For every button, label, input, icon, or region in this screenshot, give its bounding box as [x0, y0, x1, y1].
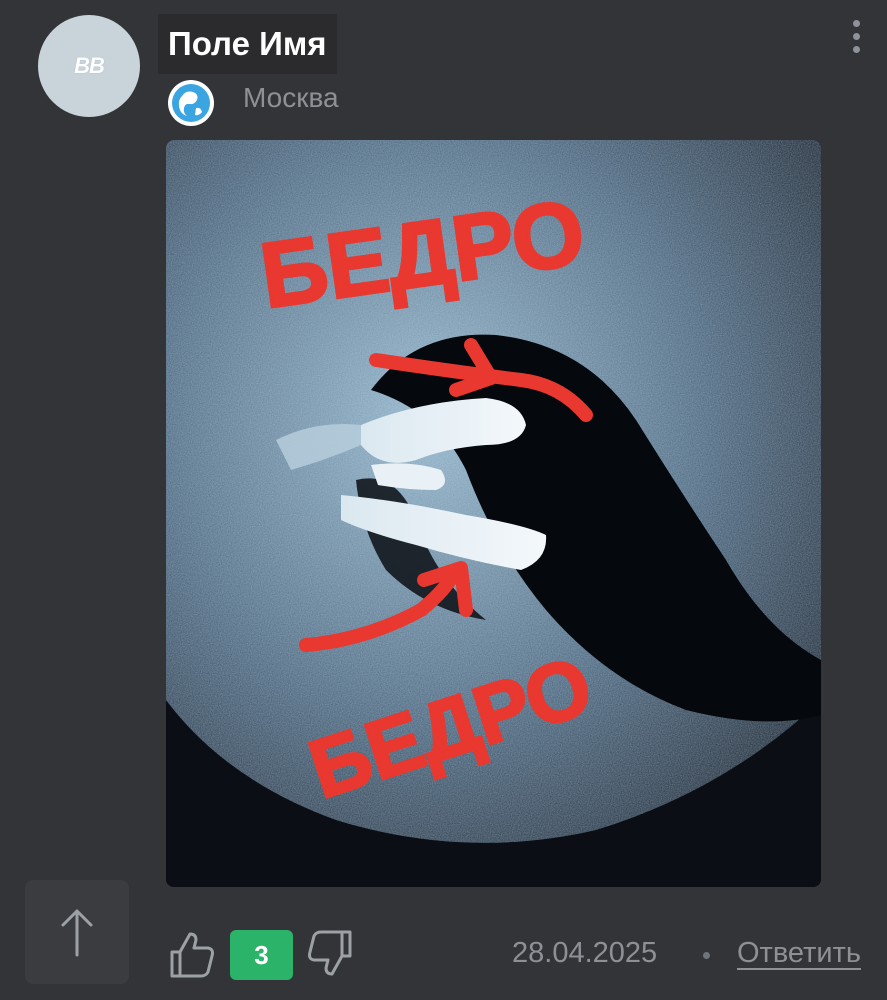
more-vertical-icon[interactable]	[845, 20, 867, 64]
comment-date: 28.04.2025	[512, 937, 658, 969]
avatar[interactable]: BB	[38, 15, 140, 117]
comment-card: BB Поле Имя Москва БЕДРО БЕДРО 3 28.04.2…	[0, 0, 887, 1000]
separator-dot	[703, 952, 710, 959]
thumbs-up-icon[interactable]	[166, 928, 218, 980]
author-name[interactable]: Поле Имя	[158, 14, 337, 74]
arrow-up-icon	[61, 909, 93, 957]
scroll-up-button[interactable]	[25, 880, 129, 984]
reply-link[interactable]: Ответить	[737, 937, 861, 970]
author-city: Москва	[243, 82, 339, 113]
thumbs-down-icon[interactable]	[304, 928, 356, 980]
avatar-initials: BB	[74, 53, 105, 78]
globe-badge-icon	[166, 78, 216, 128]
ultrasound-photo[interactable]: БЕДРО БЕДРО	[166, 140, 821, 887]
vote-count-badge: 3	[230, 930, 293, 980]
